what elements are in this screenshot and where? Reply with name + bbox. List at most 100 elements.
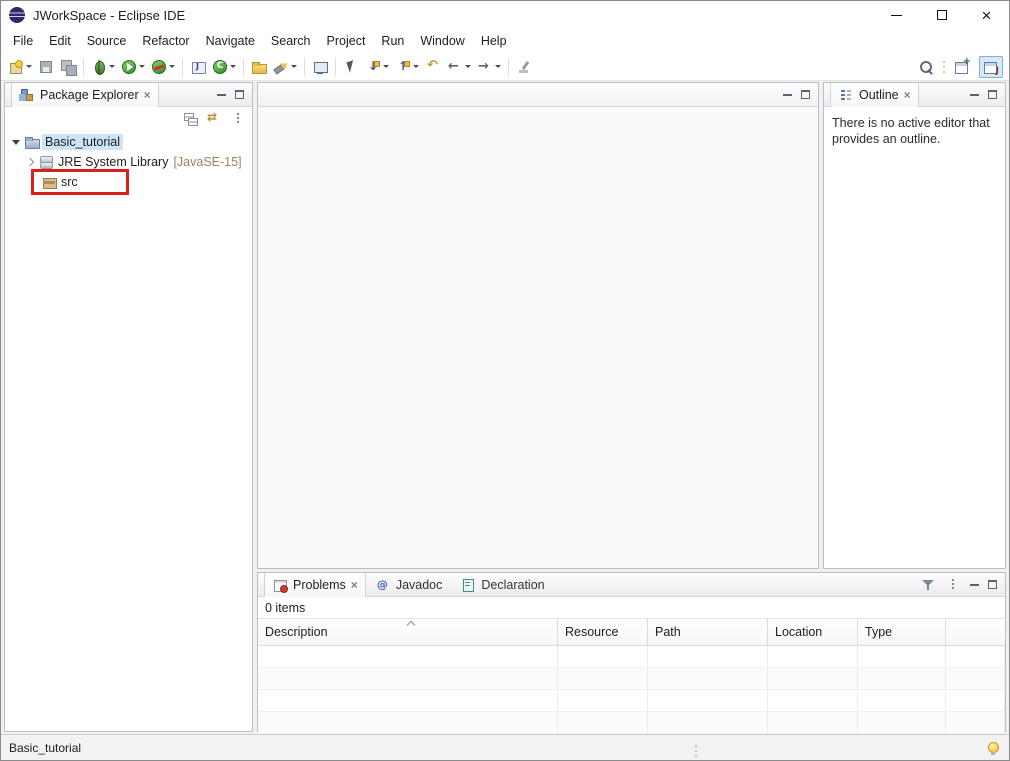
last-edit-location-button[interactable] bbox=[422, 56, 444, 78]
next-annotation-button[interactable] bbox=[362, 56, 392, 78]
search-button[interactable] bbox=[915, 56, 937, 78]
pin-editor-button[interactable] bbox=[513, 56, 535, 78]
close-tab-icon[interactable]: × bbox=[351, 579, 358, 591]
toolbar-separator bbox=[508, 57, 509, 76]
eclipse-logo-icon bbox=[9, 7, 25, 23]
menu-project[interactable]: Project bbox=[319, 31, 374, 51]
new-wizard-button[interactable] bbox=[5, 56, 35, 78]
view-menu-icon[interactable] bbox=[230, 111, 246, 127]
view-menu-icon[interactable] bbox=[945, 577, 961, 593]
javadoc-icon bbox=[375, 577, 391, 593]
column-header-location[interactable]: Location bbox=[768, 619, 858, 646]
new-wizard-icon bbox=[8, 59, 24, 75]
new-java-project-button[interactable] bbox=[187, 56, 209, 78]
filter-icon[interactable] bbox=[920, 577, 936, 593]
column-header-path[interactable]: Path bbox=[648, 619, 768, 646]
java-project-icon bbox=[24, 134, 40, 150]
close-tab-icon[interactable]: × bbox=[904, 89, 911, 101]
tree-item-project[interactable]: Basic_tutorial bbox=[5, 132, 252, 152]
dropdown-arrow-icon bbox=[291, 65, 297, 68]
column-header-filler bbox=[946, 619, 1005, 646]
maximize-button[interactable] bbox=[919, 1, 964, 29]
menu-navigate[interactable]: Navigate bbox=[198, 31, 263, 51]
menu-source[interactable]: Source bbox=[79, 31, 135, 51]
statusbar-right bbox=[985, 740, 1001, 756]
tab-javadoc[interactable]: Javadoc bbox=[366, 573, 452, 597]
new-java-class-icon bbox=[212, 59, 228, 75]
column-header-description[interactable]: Description bbox=[258, 619, 558, 646]
dropdown-arrow-icon bbox=[169, 65, 175, 68]
save-all-button[interactable] bbox=[57, 56, 79, 78]
close-tab-icon[interactable]: × bbox=[144, 89, 151, 101]
back-button[interactable] bbox=[444, 56, 474, 78]
run-button[interactable] bbox=[118, 56, 148, 78]
minimize-view-icon[interactable] bbox=[783, 93, 792, 96]
maximize-view-icon[interactable] bbox=[988, 90, 997, 99]
column-header-type[interactable]: Type bbox=[858, 619, 946, 646]
toolbar-separator bbox=[182, 57, 183, 76]
tree-item-src[interactable]: src bbox=[5, 169, 252, 195]
menu-window[interactable]: Window bbox=[412, 31, 472, 51]
open-console-button[interactable] bbox=[309, 56, 331, 78]
problems-summary: 0 items bbox=[265, 601, 306, 615]
search-tool-button[interactable] bbox=[270, 56, 300, 78]
tab-package-explorer[interactable]: Package Explorer × bbox=[11, 82, 159, 107]
dropdown-arrow-icon bbox=[413, 65, 419, 68]
collapse-all-icon[interactable] bbox=[182, 111, 198, 127]
link-with-editor-icon[interactable] bbox=[206, 110, 222, 127]
menu-search[interactable]: Search bbox=[263, 31, 319, 51]
search-flashlight-icon bbox=[273, 59, 289, 75]
save-button[interactable] bbox=[35, 56, 57, 78]
java-perspective-button[interactable] bbox=[979, 55, 1003, 78]
menu-help[interactable]: Help bbox=[473, 31, 515, 51]
new-java-class-button[interactable] bbox=[209, 56, 239, 78]
forward-arrow-icon bbox=[477, 59, 493, 75]
close-button[interactable]: × bbox=[964, 1, 1009, 29]
collapsed-chevron-icon[interactable] bbox=[25, 157, 35, 167]
debug-button[interactable] bbox=[88, 56, 118, 78]
package-explorer-header: Package Explorer × bbox=[5, 82, 252, 107]
tab-outline[interactable]: Outline × bbox=[830, 82, 919, 107]
outline-header: Outline × bbox=[824, 82, 1005, 107]
lightbulb-icon[interactable] bbox=[985, 740, 1001, 756]
save-icon bbox=[38, 59, 54, 75]
maximize-view-icon[interactable] bbox=[801, 90, 810, 99]
minimize-button[interactable] bbox=[874, 1, 919, 29]
open-perspective-icon bbox=[954, 56, 971, 75]
debug-icon bbox=[91, 59, 107, 75]
problems-tab-label: Problems bbox=[293, 577, 346, 592]
tab-problems[interactable]: Problems × bbox=[264, 572, 366, 597]
coverage-button[interactable] bbox=[148, 56, 178, 78]
tree-label-src[interactable]: src bbox=[61, 175, 78, 189]
selection-tool-button[interactable] bbox=[340, 56, 362, 78]
minimize-view-icon[interactable] bbox=[970, 583, 979, 586]
previous-annotation-button[interactable] bbox=[392, 56, 422, 78]
open-task-button[interactable] bbox=[248, 56, 270, 78]
tree-label-project[interactable]: Basic_tutorial bbox=[42, 134, 124, 150]
toolbar-separator bbox=[83, 57, 84, 76]
maximize-view-icon[interactable] bbox=[988, 580, 997, 589]
expanded-arrow-icon[interactable] bbox=[12, 139, 20, 145]
eclipse-window: JWorkSpace - Eclipse IDE × File Edit Sou… bbox=[0, 0, 1010, 761]
forward-button[interactable] bbox=[474, 56, 504, 78]
back-arrow-icon bbox=[447, 59, 463, 75]
menu-run[interactable]: Run bbox=[373, 31, 412, 51]
editor-header bbox=[258, 83, 818, 107]
tree-label-jre[interactable]: JRE System Library bbox=[58, 155, 168, 169]
menu-file[interactable]: File bbox=[5, 31, 41, 51]
tab-declaration[interactable]: Declaration bbox=[451, 573, 553, 597]
javadoc-tab-label: Javadoc bbox=[395, 577, 443, 592]
save-all-icon bbox=[60, 59, 77, 76]
outline-view: Outline × There is no active editor that… bbox=[823, 82, 1006, 569]
editor-controls bbox=[783, 90, 818, 99]
minimize-view-icon[interactable] bbox=[217, 93, 226, 96]
minimize-view-icon[interactable] bbox=[970, 93, 979, 96]
column-header-resource[interactable]: Resource bbox=[558, 619, 648, 646]
open-perspective-button[interactable] bbox=[951, 56, 973, 78]
tree-item-jre[interactable]: JRE System Library [JavaSE-15] bbox=[5, 152, 252, 172]
dropdown-arrow-icon bbox=[109, 65, 115, 68]
new-java-project-icon bbox=[190, 59, 206, 75]
menu-edit[interactable]: Edit bbox=[41, 31, 79, 51]
menu-refactor[interactable]: Refactor bbox=[134, 31, 197, 51]
maximize-view-icon[interactable] bbox=[235, 90, 244, 99]
